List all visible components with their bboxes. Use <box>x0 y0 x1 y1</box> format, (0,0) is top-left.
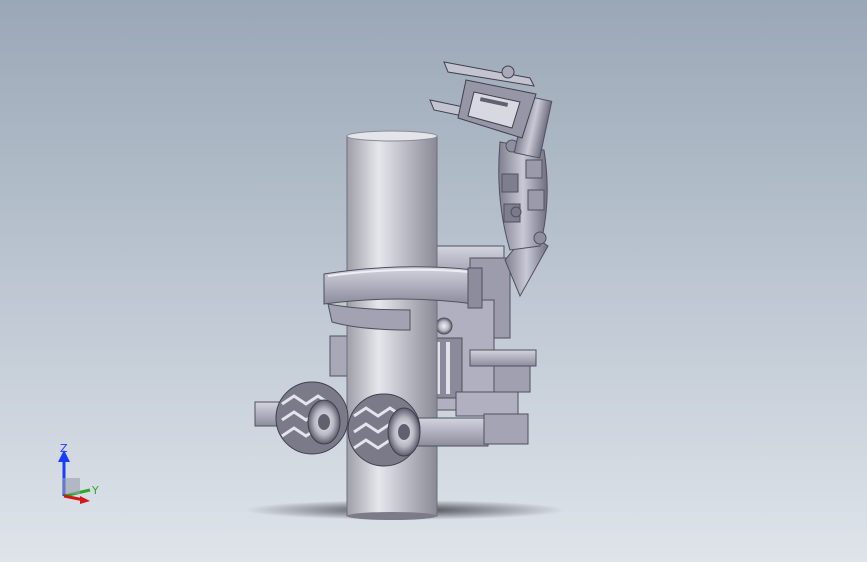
drive-wheel-right <box>347 393 421 467</box>
robot-model[interactable] <box>0 0 867 562</box>
x-axis-arrowhead <box>80 496 90 504</box>
orientation-triad[interactable]: Z Y <box>48 438 108 508</box>
3d-viewport[interactable]: Z Y <box>0 0 867 562</box>
gripper <box>429 61 537 139</box>
z-axis-label: Z <box>60 442 68 455</box>
drive-wheel-left <box>275 381 349 455</box>
triad-plane <box>62 478 80 494</box>
y-axis-label: Y <box>92 484 99 497</box>
